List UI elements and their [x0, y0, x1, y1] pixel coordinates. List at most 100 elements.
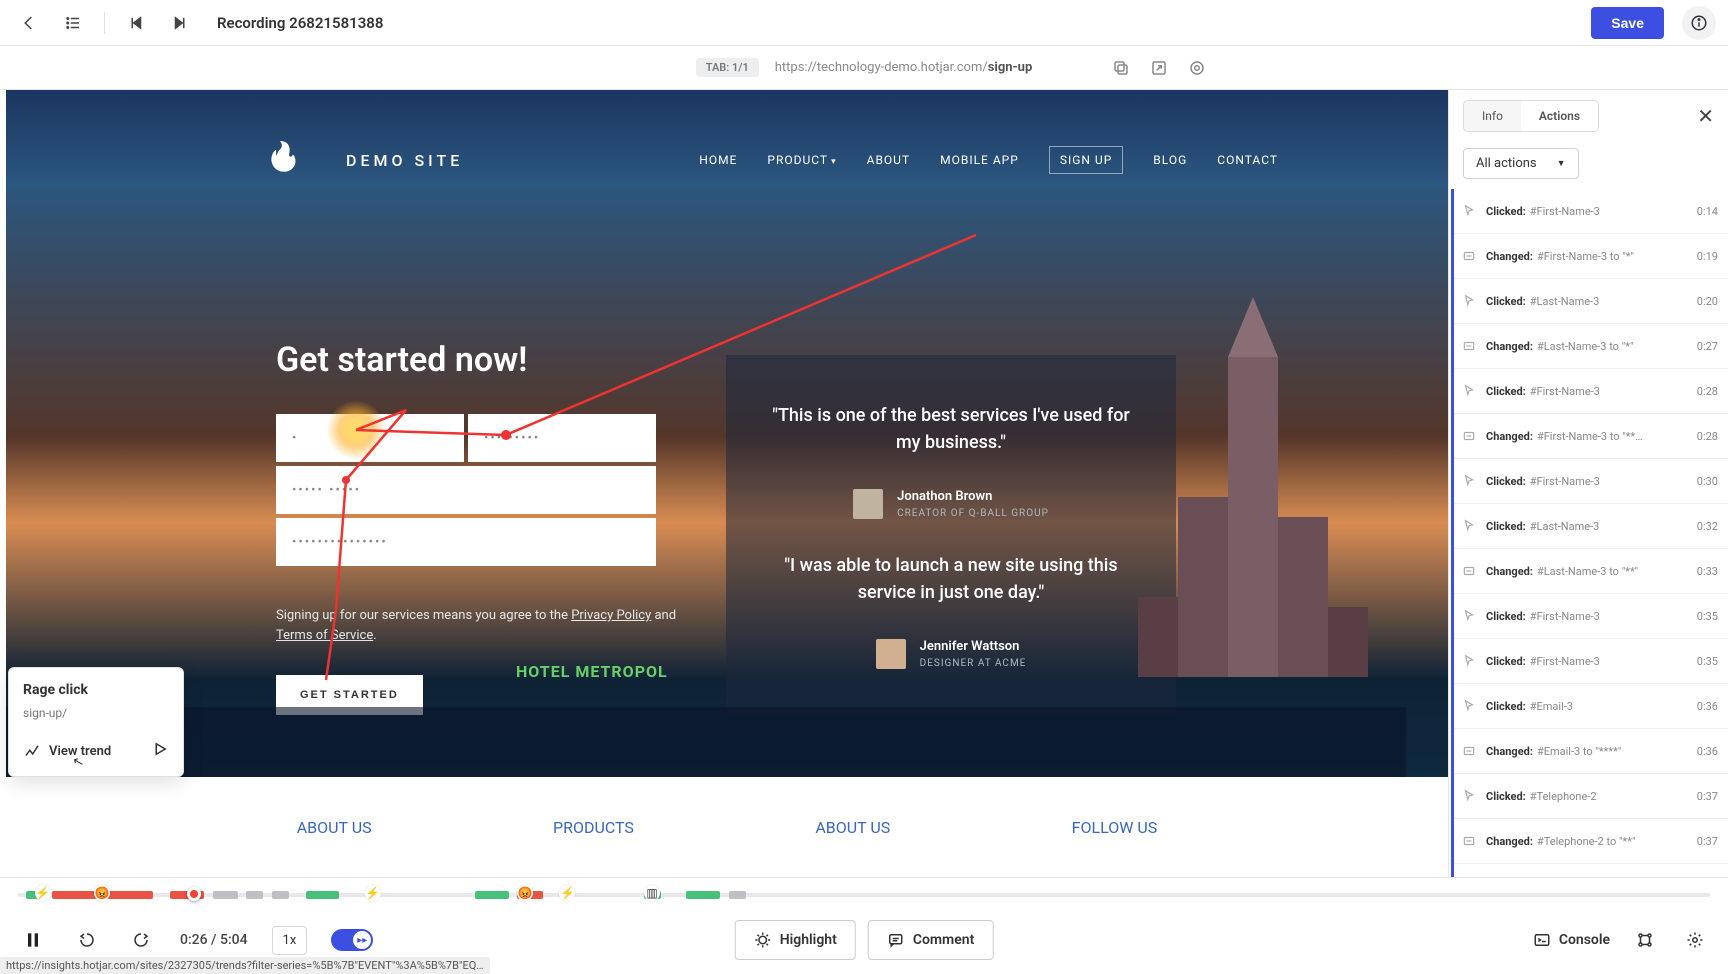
url-bar: TAB: 1/1 https://technology-demo.hotjar.… [0, 46, 1728, 90]
prev-recording-button[interactable] [119, 6, 153, 40]
action-type: Clicked: [1486, 385, 1526, 398]
nav-blog[interactable]: BLOG [1153, 153, 1187, 167]
network-icon[interactable] [1630, 925, 1660, 955]
footer-about1[interactable]: ABOUT US [297, 818, 372, 837]
avatar [853, 489, 883, 519]
action-target: #First-Name-3 [1530, 475, 1600, 488]
click-icon [1460, 607, 1478, 625]
info-button[interactable] [1682, 6, 1716, 40]
action-target: #First-Name-3 to "**… [1537, 430, 1643, 443]
action-time: 0:28 [1697, 385, 1718, 398]
pause-button[interactable] [18, 925, 48, 955]
action-type: Changed: [1486, 340, 1533, 353]
skip-back-button[interactable] [72, 925, 102, 955]
change-icon [1460, 337, 1478, 355]
play-icon[interactable] [151, 740, 169, 762]
highlight-button[interactable]: Highlight [735, 920, 856, 960]
action-row[interactable]: Clicked:#Email-30:36 [1454, 684, 1728, 729]
action-type: Clicked: [1486, 790, 1526, 803]
open-external-icon[interactable] [1148, 57, 1170, 79]
click-icon [1460, 382, 1478, 400]
person1-name: Jonathon Brown [897, 489, 1049, 504]
list-button[interactable] [56, 6, 90, 40]
action-row[interactable]: Clicked:#Last-Name-30:20 [1454, 279, 1728, 324]
action-type: Clicked: [1486, 295, 1526, 308]
rage-icon: 😡 [517, 885, 533, 901]
hotel-sign: HOTEL METROPOL [516, 662, 668, 681]
nav-product[interactable]: PRODUCT▾ [767, 153, 836, 167]
action-time: 0:30 [1697, 475, 1718, 488]
timeline-track[interactable]: ⚡ 😡 ⚡ 😡 ⚡ ▥ [18, 893, 1710, 897]
action-type: Clicked: [1486, 520, 1526, 533]
action-row[interactable]: Changed:#Email-3 to "****"0:36 [1454, 729, 1728, 774]
console-button[interactable]: Console [1533, 931, 1610, 949]
target-icon[interactable] [1186, 57, 1208, 79]
action-row[interactable]: Changed:#Last-Name-3 to "*"0:27 [1454, 324, 1728, 369]
click-icon [1460, 472, 1478, 490]
player-bar: ⚡ 😡 ⚡ 😡 ⚡ ▥ 0:26 / 5:04 1x ▸▸ Highlight [0, 877, 1728, 974]
quote-1: "This is one of the best services I've u… [766, 402, 1136, 456]
action-row[interactable]: Clicked: #First-Name-3 0:30 [1454, 459, 1728, 504]
site-brand: DEMO SITE [346, 151, 463, 170]
action-target: #First-Name-3 to "*" [1537, 250, 1634, 263]
click-icon [1460, 652, 1478, 670]
action-row[interactable]: Clicked:#First-Name-30:28 [1454, 369, 1728, 414]
nav-mobile[interactable]: MOBILE APP [940, 153, 1019, 167]
playback-speed[interactable]: 1x [272, 926, 308, 955]
action-time: 0:37 [1697, 790, 1718, 803]
action-row[interactable]: Clicked:#First-Name-30:35 [1454, 594, 1728, 639]
action-row[interactable]: Changed:#Telephone-2 to "**"0:37 [1454, 819, 1728, 864]
save-button[interactable]: Save [1591, 7, 1664, 39]
actions-list[interactable]: Clicked:#First-Name-30:14Changed:#First-… [1451, 189, 1728, 877]
action-target: #First-Name-3 [1530, 655, 1600, 668]
page-url: https://technology-demo.hotjar.com/sign-… [775, 60, 1033, 75]
skip-forward-button[interactable] [126, 925, 156, 955]
copy-icon[interactable] [1110, 57, 1132, 79]
email-input[interactable]: ••••• ••••• [276, 466, 656, 514]
footer-follow[interactable]: FOLLOW US [1072, 818, 1158, 837]
back-button[interactable] [12, 6, 46, 40]
action-row[interactable]: Changed:#Last-Name-3 to "**"0:33 [1454, 549, 1728, 594]
action-time: 0:35 [1697, 610, 1718, 623]
telephone-input[interactable]: ••••••••••••••• [276, 518, 656, 566]
recording-viewport: DEMO SITE HOME PRODUCT▾ ABOUT MOBILE APP… [0, 90, 1448, 877]
actions-filter-dropdown[interactable]: All actions▼ [1463, 148, 1579, 179]
settings-icon[interactable] [1680, 925, 1710, 955]
close-sidebar-button[interactable]: ✕ [1697, 104, 1714, 128]
skip-inactivity-toggle[interactable]: ▸▸ [331, 929, 373, 951]
tab-info[interactable]: Info [1464, 101, 1521, 131]
action-row[interactable]: Clicked:#Last-Name-30:32 [1454, 504, 1728, 549]
status-bar-url: https://insights.hotjar.com/sites/232730… [0, 957, 490, 974]
next-recording-button[interactable] [163, 6, 197, 40]
chevron-down-icon: ▾ [831, 157, 837, 167]
action-time: 0:35 [1697, 655, 1718, 668]
skyline-illustration: HOTEL METROPOL [6, 607, 1406, 787]
action-row[interactable]: Clicked: #Telephone-2 0:37 [1454, 774, 1728, 819]
action-target: #Last-Name-3 [1530, 520, 1600, 533]
rage-icon: 😡 [94, 885, 110, 901]
action-row[interactable]: Clicked:#First-Name-30:35 [1454, 639, 1728, 684]
action-target: #Telephone-2 [1530, 790, 1597, 803]
action-type: Clicked: [1486, 475, 1526, 488]
view-trend-button[interactable]: View trend [23, 742, 111, 760]
tab-indicator: TAB: 1/1 [696, 58, 759, 77]
nav-signup[interactable]: SIGN UP [1049, 146, 1123, 174]
footer-about2[interactable]: ABOUT US [815, 818, 890, 837]
action-row[interactable]: Changed:#First-Name-3 to "*"0:19 [1454, 234, 1728, 279]
nav-home[interactable]: HOME [699, 153, 737, 167]
last-name-input[interactable]: ••• ••••• [468, 414, 656, 462]
tab-actions[interactable]: Actions [1521, 101, 1598, 131]
action-row[interactable]: Clicked:#First-Name-30:14 [1454, 189, 1728, 234]
action-row[interactable]: Changed:#First-Name-3 to "**…0:28 [1454, 414, 1728, 459]
click-icon [1460, 202, 1478, 220]
time-display: 0:26 / 5:04 [180, 932, 248, 948]
change-icon [1460, 562, 1478, 580]
flame-icon [266, 140, 306, 180]
action-target: #Email-3 to "****" [1537, 745, 1621, 758]
nav-about[interactable]: ABOUT [867, 153, 911, 167]
comment-button[interactable]: Comment [868, 920, 993, 960]
nav-contact[interactable]: CONTACT [1217, 153, 1278, 167]
footer-products[interactable]: PRODUCTS [553, 818, 634, 837]
action-target: #First-Name-3 [1530, 205, 1600, 218]
top-bar: Recording 26821581388 Save [0, 0, 1728, 46]
